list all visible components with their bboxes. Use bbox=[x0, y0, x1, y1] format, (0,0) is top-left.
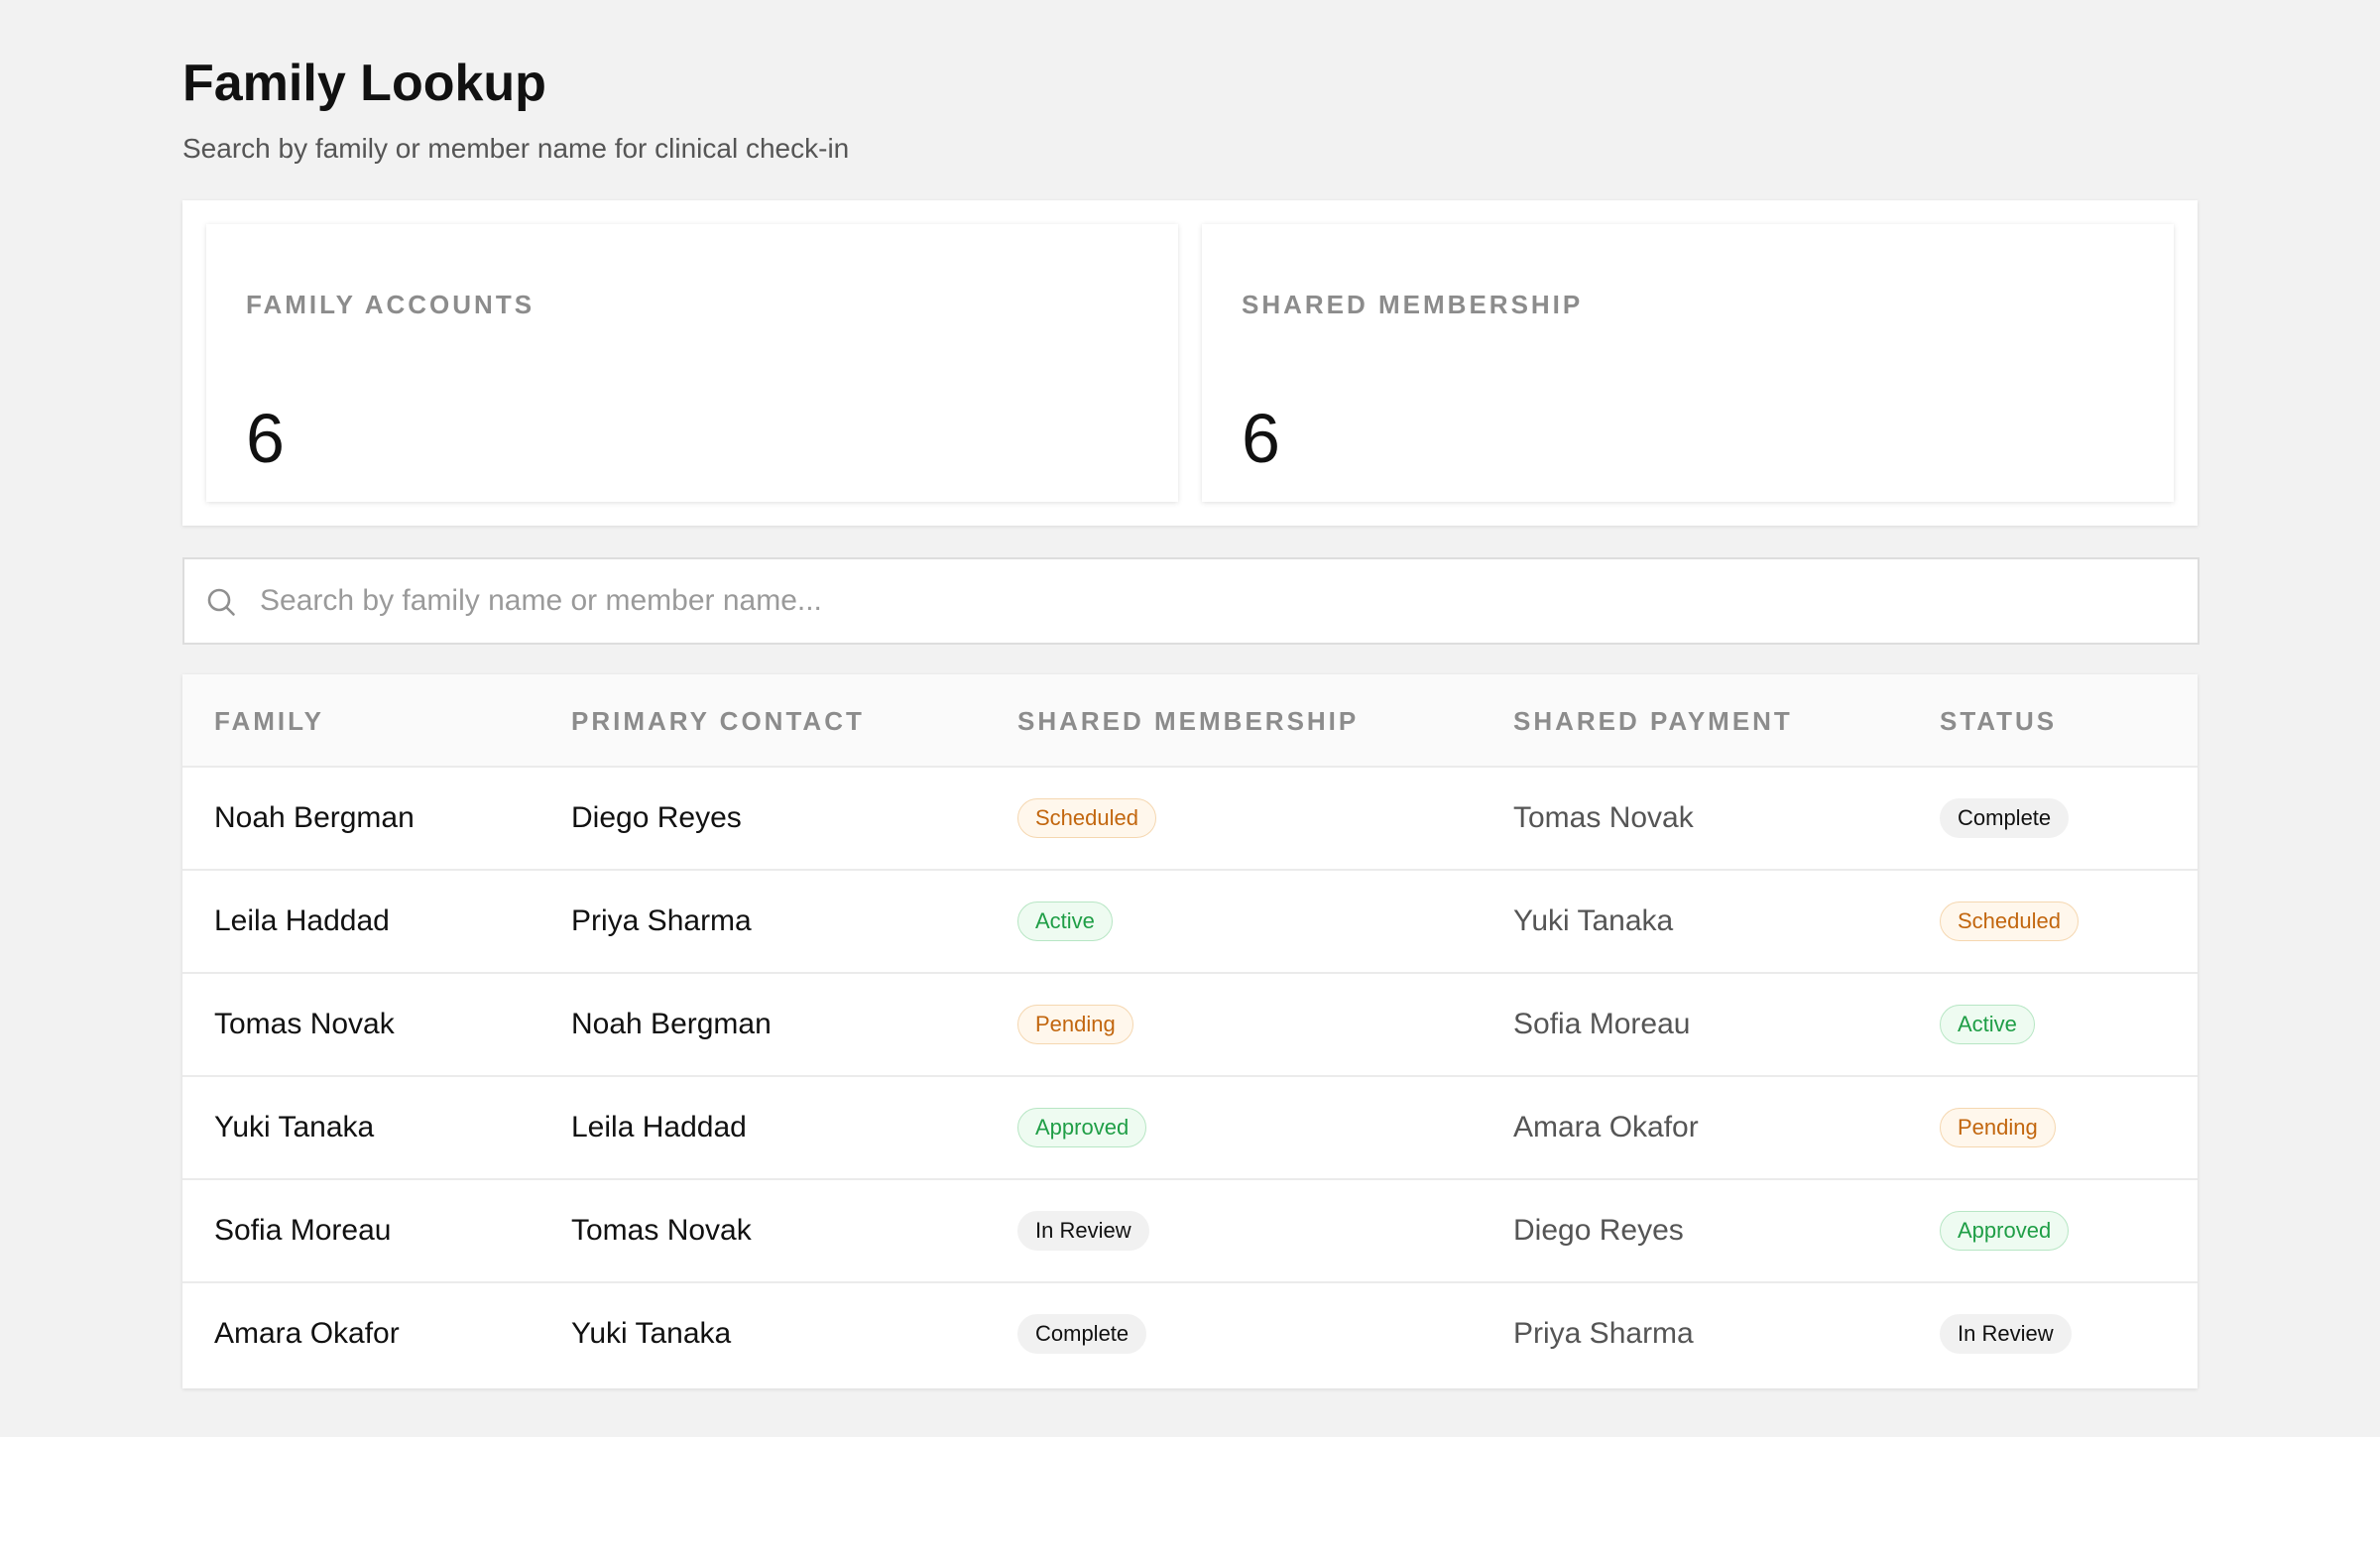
status-badge: Pending bbox=[1940, 1108, 2056, 1147]
stat-label: SHARED MEMBERSHIP bbox=[1242, 290, 1584, 319]
status-cell: Approved bbox=[1940, 1180, 2070, 1281]
shared-membership-cell: Pending bbox=[1017, 974, 1133, 1075]
table-row[interactable]: Yuki Tanaka Leila Haddad Approved Amara … bbox=[182, 1075, 2198, 1178]
primary-contact-cell: Yuki Tanaka bbox=[571, 1317, 732, 1350]
column-header-shared-membership: SHARED MEMBERSHIP bbox=[1017, 706, 1360, 736]
primary-contact-cell: Noah Bergman bbox=[571, 1008, 772, 1040]
family-accounts-card: FAMILY ACCOUNTS 6 bbox=[206, 224, 1178, 502]
status-badge: Approved bbox=[1940, 1211, 2070, 1251]
stat-label: FAMILY ACCOUNTS bbox=[246, 290, 536, 319]
status-cell: Active bbox=[1940, 974, 2035, 1075]
table-row[interactable]: Noah Bergman Diego Reyes Scheduled Tomas… bbox=[182, 766, 2198, 869]
primary-contact-cell: Priya Sharma bbox=[571, 904, 752, 937]
membership-badge: Scheduled bbox=[1017, 798, 1156, 838]
family-cell: Noah Bergman bbox=[214, 801, 415, 834]
primary-contact-cell: Leila Haddad bbox=[571, 1111, 747, 1143]
shared-payment-cell: Priya Sharma bbox=[1513, 1317, 1694, 1350]
column-header-primary-contact: PRIMARY CONTACT bbox=[571, 706, 865, 736]
shared-membership-cell: Complete bbox=[1017, 1283, 1147, 1384]
shared-payment-cell: Yuki Tanaka bbox=[1513, 904, 1674, 937]
status-badge: Scheduled bbox=[1940, 902, 2079, 941]
membership-badge: Complete bbox=[1017, 1314, 1147, 1354]
primary-contact-cell: Diego Reyes bbox=[571, 801, 742, 834]
search-icon bbox=[206, 587, 236, 617]
table-header: FAMILY PRIMARY CONTACT SHARED MEMBERSHIP… bbox=[182, 674, 2198, 766]
shared-membership-cell: In Review bbox=[1017, 1180, 1149, 1281]
page-title: Family Lookup bbox=[182, 55, 546, 112]
table-row[interactable]: Amara Okafor Yuki Tanaka Complete Priya … bbox=[182, 1281, 2198, 1384]
table-row[interactable]: Tomas Novak Noah Bergman Pending Sofia M… bbox=[182, 972, 2198, 1075]
shared-payment-cell: Diego Reyes bbox=[1513, 1214, 1684, 1247]
status-cell: In Review bbox=[1940, 1283, 2072, 1384]
stat-value: 6 bbox=[246, 400, 285, 477]
status-cell: Scheduled bbox=[1940, 871, 2079, 972]
shared-payment-cell: Sofia Moreau bbox=[1513, 1008, 1691, 1040]
shared-payment-cell: Tomas Novak bbox=[1513, 801, 1694, 834]
shared-membership-cell: Active bbox=[1017, 871, 1113, 972]
table-row[interactable]: Sofia Moreau Tomas Novak In Review Diego… bbox=[182, 1178, 2198, 1281]
search-box[interactable] bbox=[182, 557, 2200, 645]
column-header-shared-payment: SHARED PAYMENT bbox=[1513, 706, 1793, 736]
shared-membership-cell: Scheduled bbox=[1017, 768, 1156, 869]
family-cell: Yuki Tanaka bbox=[214, 1111, 375, 1143]
shared-membership-card: SHARED MEMBERSHIP 6 bbox=[1202, 224, 2174, 502]
membership-badge: In Review bbox=[1017, 1211, 1149, 1251]
shared-membership-cell: Approved bbox=[1017, 1077, 1147, 1178]
status-cell: Pending bbox=[1940, 1077, 2056, 1178]
page-subtitle: Search by family or member name for clin… bbox=[182, 133, 850, 164]
stats-panel: FAMILY ACCOUNTS 6 SHARED MEMBERSHIP 6 bbox=[182, 200, 2198, 526]
status-badge: Complete bbox=[1940, 798, 2070, 838]
family-cell: Amara Okafor bbox=[214, 1317, 400, 1350]
column-header-status: STATUS bbox=[1940, 706, 2058, 736]
search-input[interactable] bbox=[260, 559, 2184, 643]
family-cell: Tomas Novak bbox=[214, 1008, 395, 1040]
column-header-family: FAMILY bbox=[214, 706, 324, 736]
family-cell: Leila Haddad bbox=[214, 904, 390, 937]
membership-badge: Active bbox=[1017, 902, 1113, 941]
membership-badge: Approved bbox=[1017, 1108, 1147, 1147]
membership-badge: Pending bbox=[1017, 1005, 1133, 1044]
family-table: FAMILY PRIMARY CONTACT SHARED MEMBERSHIP… bbox=[182, 674, 2198, 1388]
family-cell: Sofia Moreau bbox=[214, 1214, 392, 1247]
stat-value: 6 bbox=[1242, 400, 1280, 477]
shared-payment-cell: Amara Okafor bbox=[1513, 1111, 1699, 1143]
status-badge: Active bbox=[1940, 1005, 2035, 1044]
status-cell: Complete bbox=[1940, 768, 2070, 869]
primary-contact-cell: Tomas Novak bbox=[571, 1214, 752, 1247]
page-background: Family Lookup Search by family or member… bbox=[0, 0, 2380, 1437]
table-row[interactable]: Leila Haddad Priya Sharma Active Yuki Ta… bbox=[182, 869, 2198, 972]
status-badge: In Review bbox=[1940, 1314, 2072, 1354]
